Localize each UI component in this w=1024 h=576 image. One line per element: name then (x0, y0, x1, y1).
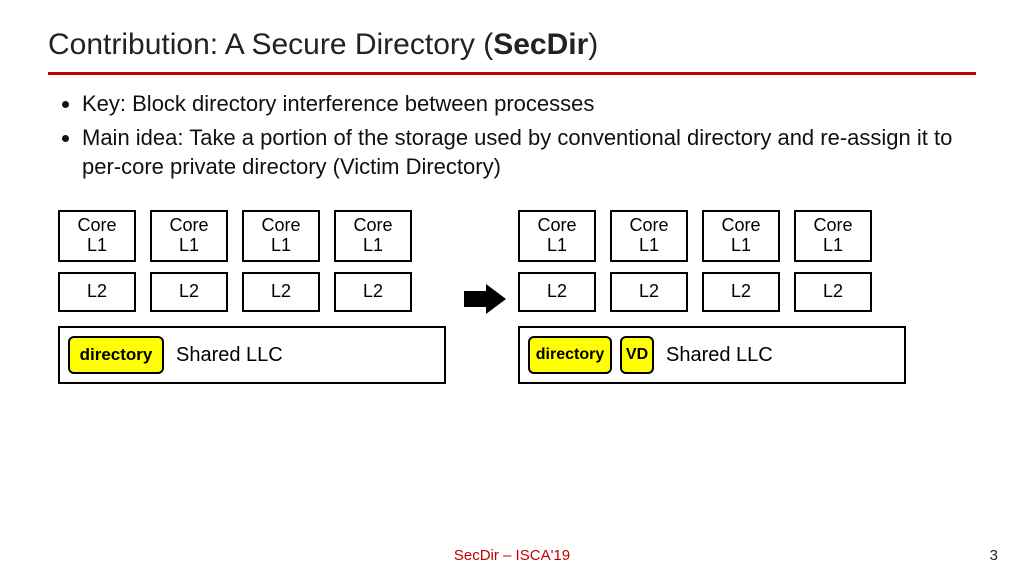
directory-box: directory (68, 336, 164, 374)
llc-box-after: directory VD Shared LLC (518, 326, 906, 384)
footer-text: SecDir – ISCA'19 (0, 547, 1024, 564)
vd-box: VD (620, 336, 654, 374)
bullet-item: Key: Block directory interference betwee… (82, 89, 976, 119)
l2-row: L2 L2 L2 L2 (518, 272, 918, 312)
llc-label: Shared LLC (666, 344, 773, 366)
core-row: CoreL1 CoreL1 CoreL1 CoreL1 (518, 210, 918, 262)
directory-box: directory (528, 336, 612, 374)
core-box: CoreL1 (242, 210, 320, 262)
page-number: 3 (990, 547, 998, 564)
l2-box: L2 (334, 272, 412, 312)
title-bold: SecDir (493, 28, 588, 61)
l2-box: L2 (702, 272, 780, 312)
llc-label: Shared LLC (176, 344, 283, 366)
l2-box: L2 (242, 272, 320, 312)
core-box: CoreL1 (702, 210, 780, 262)
l2-box: L2 (794, 272, 872, 312)
title-prefix: Contribution: A Secure Directory ( (48, 28, 493, 61)
core-box: CoreL1 (334, 210, 412, 262)
llc-box-before: directory Shared LLC (58, 326, 446, 384)
bullet-item: Main idea: Take a portion of the storage… (82, 123, 976, 182)
l2-box: L2 (610, 272, 688, 312)
diagram: CoreL1 CoreL1 CoreL1 CoreL1 L2 L2 L2 L2 … (48, 210, 976, 470)
slide-title: Contribution: A Secure Directory (SecDir… (48, 28, 976, 62)
title-underline (48, 72, 976, 75)
core-box: CoreL1 (150, 210, 228, 262)
core-row: CoreL1 CoreL1 CoreL1 CoreL1 (58, 210, 458, 262)
cluster-before: CoreL1 CoreL1 CoreL1 CoreL1 L2 L2 L2 L2 … (58, 210, 458, 384)
l2-box: L2 (518, 272, 596, 312)
l2-box: L2 (150, 272, 228, 312)
arrow-icon (464, 284, 508, 314)
core-box: CoreL1 (58, 210, 136, 262)
title-suffix: ) (588, 28, 598, 61)
cluster-after: CoreL1 CoreL1 CoreL1 CoreL1 L2 L2 L2 L2 … (518, 210, 918, 384)
core-box: CoreL1 (518, 210, 596, 262)
slide: Contribution: A Secure Directory (SecDir… (0, 0, 1024, 576)
core-box: CoreL1 (610, 210, 688, 262)
bullet-list: Key: Block directory interference betwee… (48, 89, 976, 182)
l2-row: L2 L2 L2 L2 (58, 272, 458, 312)
core-box: CoreL1 (794, 210, 872, 262)
l2-box: L2 (58, 272, 136, 312)
